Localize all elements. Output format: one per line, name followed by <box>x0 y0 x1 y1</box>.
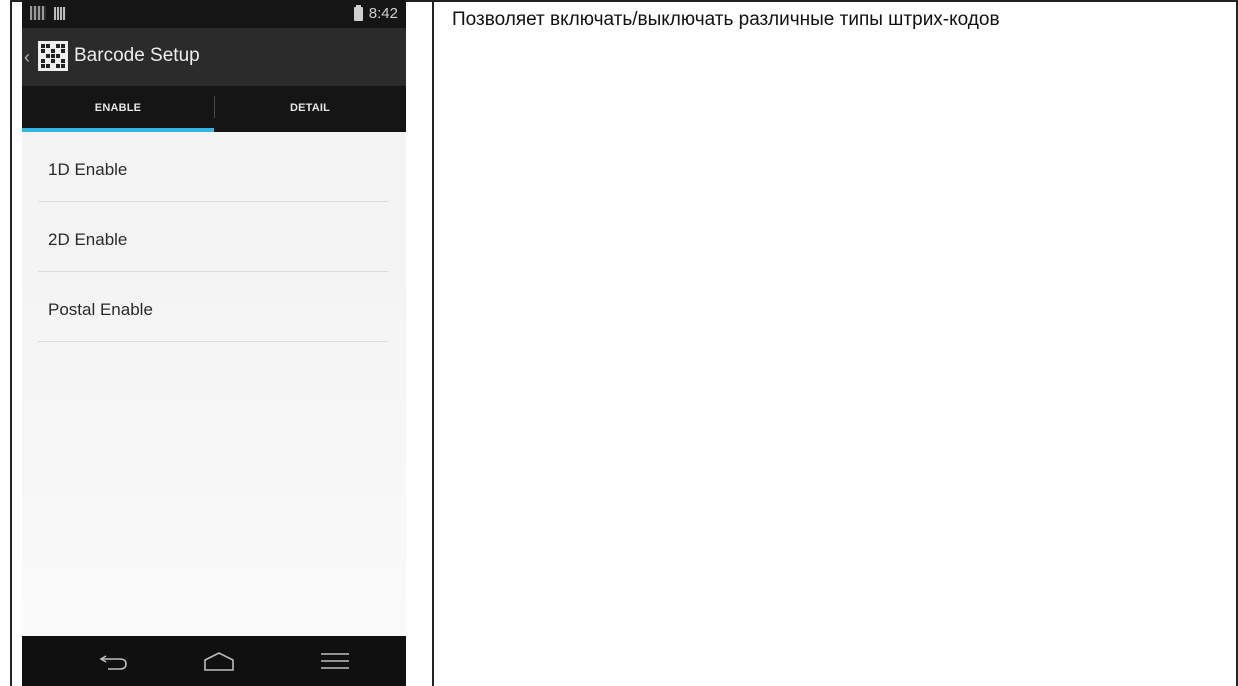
list-item-1d-enable[interactable]: 1D Enable <box>38 132 388 202</box>
list-item-postal-enable[interactable]: Postal Enable <box>38 272 388 342</box>
status-time: 8:42 <box>368 5 398 22</box>
notification-qr-icon <box>30 6 46 20</box>
home-icon[interactable] <box>199 648 239 674</box>
description-text: Позволяет включать/выключать различные т… <box>452 9 1000 30</box>
qr-code-icon[interactable] <box>38 41 68 71</box>
table-column-divider <box>432 0 434 686</box>
phone-screenshot: 8:42 ‹ Barcode Setup ENABLE DETAIL 1D En… <box>22 0 406 686</box>
notification-barcode-icon <box>54 6 66 20</box>
chevron-left-icon[interactable]: ‹ <box>24 48 30 66</box>
list-item-label: Postal Enable <box>48 300 153 319</box>
tab-enable[interactable]: ENABLE <box>22 86 214 132</box>
battery-icon <box>353 4 363 21</box>
status-bar: 8:42 <box>22 0 406 28</box>
tab-bar: ENABLE DETAIL <box>22 86 406 132</box>
action-bar: ‹ Barcode Setup <box>22 28 406 86</box>
tab-detail[interactable]: DETAIL <box>214 86 406 132</box>
table-left-border <box>10 0 12 686</box>
menu-icon[interactable] <box>316 648 356 674</box>
navigation-bar <box>22 636 406 686</box>
list-item-2d-enable[interactable]: 2D Enable <box>38 202 388 272</box>
back-arrow-icon[interactable] <box>96 648 136 674</box>
list-item-label: 1D Enable <box>48 160 128 179</box>
app-title: Barcode Setup <box>74 45 200 66</box>
list-item-label: 2D Enable <box>48 230 128 249</box>
enable-list: 1D Enable 2D Enable Postal Enable <box>38 132 388 342</box>
